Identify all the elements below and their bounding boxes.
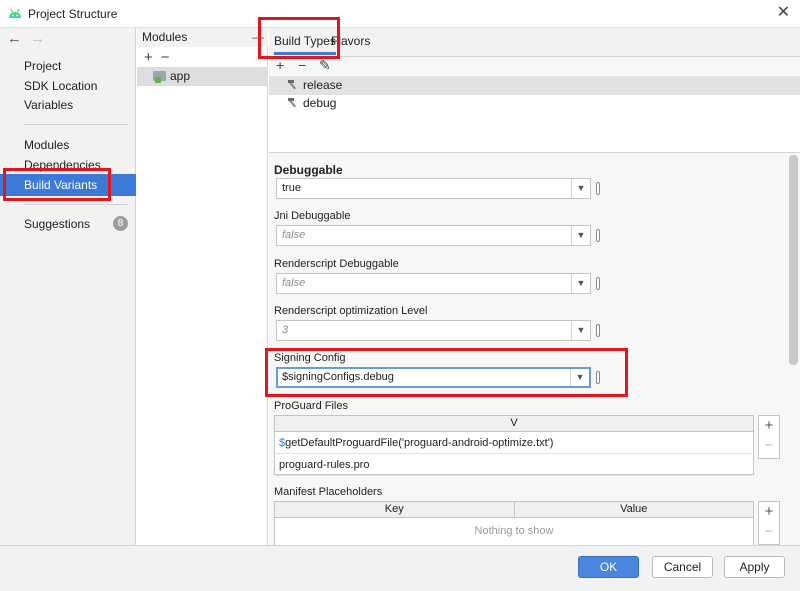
jni-debuggable-label: Jni Debuggable bbox=[274, 210, 351, 222]
chevron-down-icon[interactable]: ▼ bbox=[571, 274, 590, 293]
proguard-files-table: V $getDefaultProguardFile('proguard-andr… bbox=[274, 415, 754, 476]
build-type-label: release bbox=[303, 78, 343, 92]
add-proguard-icon[interactable]: + bbox=[759, 416, 779, 436]
add-build-type-icon[interactable]: + bbox=[276, 57, 284, 73]
back-arrow-icon[interactable]: ← bbox=[7, 30, 30, 47]
chevron-down-icon[interactable]: ▼ bbox=[571, 321, 590, 340]
ok-button[interactable]: OK bbox=[578, 556, 639, 578]
remove-proguard-icon[interactable]: − bbox=[759, 436, 779, 456]
apply-button[interactable]: Apply bbox=[724, 556, 785, 578]
sidebar-item-suggestions[interactable]: Suggestions 8 bbox=[0, 213, 136, 235]
jni-debuggable-combo[interactable]: false ▼ bbox=[276, 225, 591, 246]
sidebar-item-build-variants[interactable]: Build Variants bbox=[0, 174, 136, 196]
hammer-icon bbox=[288, 80, 296, 90]
module-folder-icon bbox=[153, 71, 166, 83]
table-row[interactable]: proguard-rules.pro bbox=[275, 454, 753, 476]
sidebar-divider bbox=[24, 124, 128, 125]
variable-link-icon[interactable] bbox=[596, 182, 600, 195]
sidebar: ←→ Project SDK Location Variables Module… bbox=[0, 28, 136, 545]
renderscript-optimization-combo[interactable]: 3 ▼ bbox=[276, 320, 591, 341]
nav-arrows: ←→ bbox=[7, 30, 53, 47]
debuggable-label: Debuggable bbox=[274, 163, 343, 177]
variable-link-icon[interactable] bbox=[596, 229, 600, 242]
table-row[interactable]: $getDefaultProguardFile('proguard-androi… bbox=[275, 432, 753, 454]
sidebar-divider bbox=[24, 204, 128, 205]
manifest-side-buttons: + − bbox=[758, 501, 780, 545]
module-item-app[interactable]: app bbox=[137, 67, 268, 86]
build-type-row-debug[interactable]: debug bbox=[269, 94, 800, 113]
variable-link-icon[interactable] bbox=[596, 277, 600, 290]
renderscript-debuggable-value: false bbox=[282, 277, 306, 289]
debuggable-combo[interactable]: true ▼ bbox=[276, 178, 591, 199]
proguard-files-label: ProGuard Files bbox=[274, 400, 348, 412]
add-placeholder-icon[interactable]: + bbox=[759, 502, 779, 522]
variable-link-icon[interactable] bbox=[596, 324, 600, 337]
remove-build-type-icon[interactable]: − bbox=[298, 57, 306, 73]
build-type-row-release[interactable]: release bbox=[269, 76, 800, 95]
android-studio-icon bbox=[9, 8, 21, 18]
hammer-icon bbox=[288, 98, 296, 108]
proguard-side-buttons: + − bbox=[758, 415, 780, 459]
sidebar-item-dependencies[interactable]: Dependencies bbox=[0, 154, 136, 176]
signing-config-value: $signingConfigs.debug bbox=[282, 371, 394, 383]
tab-bar: Build Types Flavors bbox=[269, 28, 800, 57]
tab-build-types[interactable]: Build Types bbox=[274, 34, 336, 55]
signing-config-combo[interactable]: $signingConfigs.debug ▼ bbox=[276, 367, 591, 388]
proguard-file-text: getDefaultProguardFile('proguard-android… bbox=[285, 437, 554, 449]
edit-build-type-icon[interactable]: ✎ bbox=[319, 57, 331, 74]
renderscript-optimization-label: Renderscript optimization Level bbox=[274, 305, 428, 317]
add-module-icon[interactable]: + bbox=[144, 49, 161, 66]
value-column-header: Value bbox=[620, 503, 648, 515]
dialog-footer: OK Cancel Apply bbox=[0, 545, 800, 591]
jni-debuggable-value: false bbox=[282, 229, 306, 241]
signing-config-label: Signing Config bbox=[274, 352, 346, 364]
debuggable-value: true bbox=[282, 182, 301, 194]
build-types-toolbar: + − ✎ bbox=[269, 57, 800, 75]
sidebar-item-label: Suggestions bbox=[24, 217, 91, 231]
renderscript-debuggable-label: Renderscript Debuggable bbox=[274, 258, 399, 270]
chevron-down-icon[interactable]: ▼ bbox=[570, 369, 589, 386]
chevron-down-icon[interactable]: ▼ bbox=[571, 226, 590, 245]
empty-table-text: Nothing to show bbox=[474, 525, 554, 537]
close-icon[interactable]: ✕ bbox=[777, 4, 790, 22]
proguard-file-text: proguard-rules.pro bbox=[279, 459, 370, 471]
manifest-header: Key Value bbox=[275, 502, 753, 518]
sidebar-item-project[interactable]: Project bbox=[0, 55, 136, 77]
modules-toolbar: +− bbox=[144, 49, 178, 66]
title-bar: Project Structure ✕ bbox=[0, 0, 800, 28]
modules-header: Modules — bbox=[137, 28, 268, 47]
module-label: app bbox=[170, 69, 191, 83]
key-column-header: Key bbox=[275, 502, 515, 517]
manifest-placeholders-label: Manifest Placeholders bbox=[274, 486, 383, 498]
renderscript-debuggable-combo[interactable]: false ▼ bbox=[276, 273, 591, 294]
suggestions-count-badge: 8 bbox=[113, 216, 128, 231]
cancel-button[interactable]: Cancel bbox=[652, 556, 713, 578]
manifest-placeholders-table: Key Value Nothing to show bbox=[274, 501, 754, 551]
modules-header-label: Modules bbox=[142, 30, 188, 44]
remove-module-icon[interactable]: − bbox=[161, 49, 178, 66]
build-type-label: debug bbox=[303, 96, 337, 110]
modules-panel: Modules — +− app bbox=[137, 28, 268, 545]
variable-link-icon[interactable] bbox=[596, 371, 600, 384]
sidebar-item-modules[interactable]: Modules bbox=[0, 134, 136, 156]
renderscript-optimization-value: 3 bbox=[282, 324, 289, 336]
sidebar-item-variables[interactable]: Variables bbox=[0, 94, 136, 116]
remove-placeholder-icon[interactable]: − bbox=[759, 522, 779, 542]
window-title: Project Structure bbox=[28, 7, 118, 21]
form-scrollbar[interactable] bbox=[789, 155, 798, 365]
tab-flavors[interactable]: Flavors bbox=[331, 34, 370, 48]
collapse-icon[interactable]: — bbox=[252, 28, 264, 47]
chevron-down-icon[interactable]: ▼ bbox=[571, 179, 590, 198]
build-types-pane: Build Types Flavors + − ✎ release debug … bbox=[269, 28, 800, 551]
proguard-column-header: V bbox=[275, 416, 753, 432]
forward-arrow-icon[interactable]: → bbox=[30, 30, 53, 47]
build-type-form: Debuggable true ▼ Jni Debuggable false ▼… bbox=[269, 153, 800, 551]
